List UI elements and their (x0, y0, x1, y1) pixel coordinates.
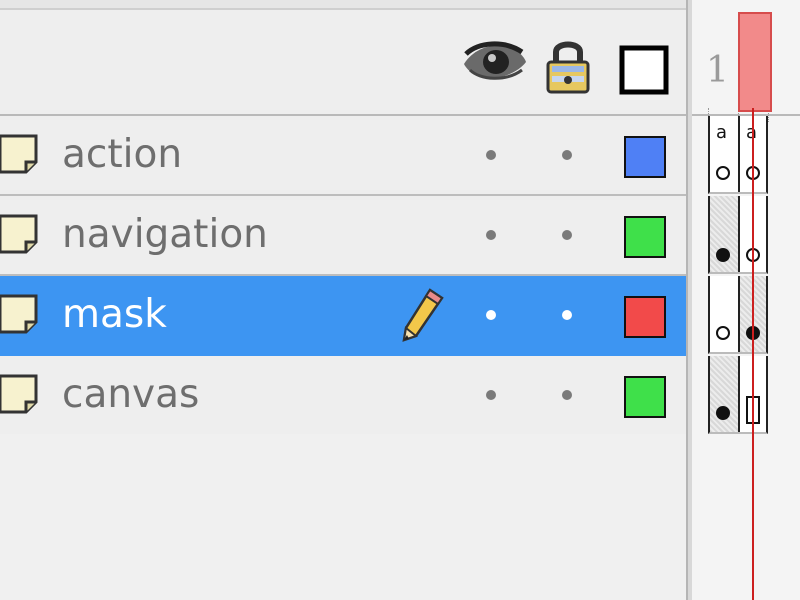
outline-color-swatch[interactable] (624, 136, 666, 178)
keyframe[interactable] (716, 406, 730, 420)
pencil-icon (400, 288, 446, 344)
eye-icon[interactable] (460, 40, 528, 84)
timeline-empty-area (692, 434, 800, 600)
frame-cell-action[interactable]: a a (708, 116, 768, 194)
visibility-toggle[interactable] (486, 310, 496, 320)
visibility-toggle[interactable] (486, 390, 496, 400)
lock-toggle[interactable] (562, 150, 572, 160)
layers-panel: action navigation mask canvas (0, 0, 686, 600)
layer-name[interactable]: navigation (62, 210, 268, 260)
outline-color-swatch[interactable] (624, 216, 666, 258)
timeline-frames: 1 a a (692, 0, 800, 600)
keyframe[interactable] (716, 248, 730, 262)
layer-row-action[interactable]: action (0, 116, 686, 196)
empty-keyframe[interactable] (716, 166, 730, 180)
frame-cell-mask[interactable] (708, 276, 768, 354)
visibility-toggle[interactable] (486, 150, 496, 160)
layer-row-navigation[interactable]: navigation (0, 196, 686, 276)
outline-color-swatch[interactable] (624, 296, 666, 338)
outline-color-swatch[interactable] (624, 376, 666, 418)
folded-page-icon (0, 212, 42, 256)
layer-name[interactable]: action (62, 130, 182, 180)
lock-toggle[interactable] (562, 310, 572, 320)
frame-cell-canvas[interactable] (708, 356, 768, 434)
timeline-window: action navigation mask canvas 1 a (0, 0, 800, 600)
folded-page-icon (0, 132, 42, 176)
padlock-icon[interactable] (544, 36, 592, 96)
frame-cell-navigation[interactable] (708, 196, 768, 274)
lock-toggle[interactable] (562, 230, 572, 240)
frame-number: 1 (706, 50, 729, 91)
playhead-line (752, 108, 754, 600)
layers-empty-area (0, 434, 686, 600)
outline-square-icon[interactable] (618, 44, 670, 96)
empty-keyframe[interactable] (716, 326, 730, 340)
folded-page-icon (0, 292, 42, 336)
layer-name[interactable]: mask (62, 290, 167, 340)
visibility-toggle[interactable] (486, 230, 496, 240)
layer-row-canvas[interactable]: canvas (0, 356, 686, 436)
playhead[interactable] (738, 12, 772, 112)
folded-page-icon (0, 372, 42, 416)
layer-row-mask[interactable]: mask (0, 276, 686, 356)
layer-name[interactable]: canvas (62, 370, 199, 420)
layers-header (0, 10, 686, 116)
action-marker: a (716, 122, 728, 143)
lock-toggle[interactable] (562, 390, 572, 400)
panel-top-strip (0, 0, 686, 10)
